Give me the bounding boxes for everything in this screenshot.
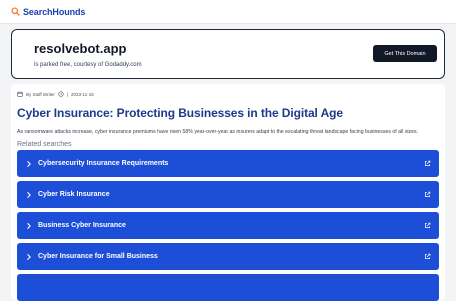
related-search-label: Business Cyber Insurance bbox=[38, 222, 126, 229]
related-searches-heading: Related searches bbox=[17, 141, 72, 148]
parked-domain-card: resolvebot.app is parked free, courtesy … bbox=[11, 29, 445, 79]
article-title: Cyber Insurance: Protecting Businesses i… bbox=[17, 106, 343, 120]
external-link-icon bbox=[425, 191, 431, 197]
external-link-icon bbox=[425, 253, 431, 259]
article-description: As ransomware attacks increase, cyber in… bbox=[17, 129, 419, 135]
parked-domain-subtitle: is parked free, courtesy of Godaddy.com bbox=[34, 62, 142, 68]
clock-icon bbox=[58, 91, 64, 97]
article-date: 2023-11-15 bbox=[71, 91, 94, 97]
external-link-icon bbox=[425, 160, 431, 166]
related-search-label: Cybersecurity Insurance Requirements bbox=[38, 160, 169, 167]
related-search-item[interactable]: Cybersecurity Insurance Requirements bbox=[17, 150, 439, 177]
related-search-item[interactable] bbox=[17, 274, 439, 301]
top-bar: SearchHounds bbox=[0, 0, 456, 24]
external-link-icon bbox=[425, 222, 431, 228]
related-search-item[interactable]: Cyber Risk Insurance bbox=[17, 181, 439, 208]
calendar-icon bbox=[17, 91, 23, 97]
related-searches-list: Cybersecurity Insurance Requirements Cyb… bbox=[17, 150, 439, 301]
article-author: By Staff Writer bbox=[26, 91, 55, 97]
search-icon bbox=[11, 7, 20, 16]
related-search-label: Cyber Insurance for Small Business bbox=[38, 253, 158, 260]
related-search-item[interactable]: Business Cyber Insurance bbox=[17, 212, 439, 239]
brand-name: SearchHounds bbox=[23, 6, 86, 17]
related-search-label: Cyber Risk Insurance bbox=[38, 191, 110, 198]
article-meta: By Staff Writer | 2023-11-15 bbox=[17, 90, 439, 98]
chevron-right-icon bbox=[27, 222, 31, 229]
meta-separator: | bbox=[66, 91, 69, 97]
chevron-right-icon bbox=[27, 253, 31, 260]
related-search-item[interactable]: Cyber Insurance for Small Business bbox=[17, 243, 439, 270]
brand-logo[interactable]: SearchHounds bbox=[11, 7, 85, 17]
chevron-right-icon bbox=[27, 160, 31, 167]
get-domain-button[interactable]: Get This Domain bbox=[373, 45, 437, 62]
parked-domain-name: resolvebot.app bbox=[34, 41, 127, 56]
article-card: By Staff Writer | 2023-11-15 Cyber Insur… bbox=[11, 84, 445, 301]
chevron-right-icon bbox=[27, 191, 31, 198]
